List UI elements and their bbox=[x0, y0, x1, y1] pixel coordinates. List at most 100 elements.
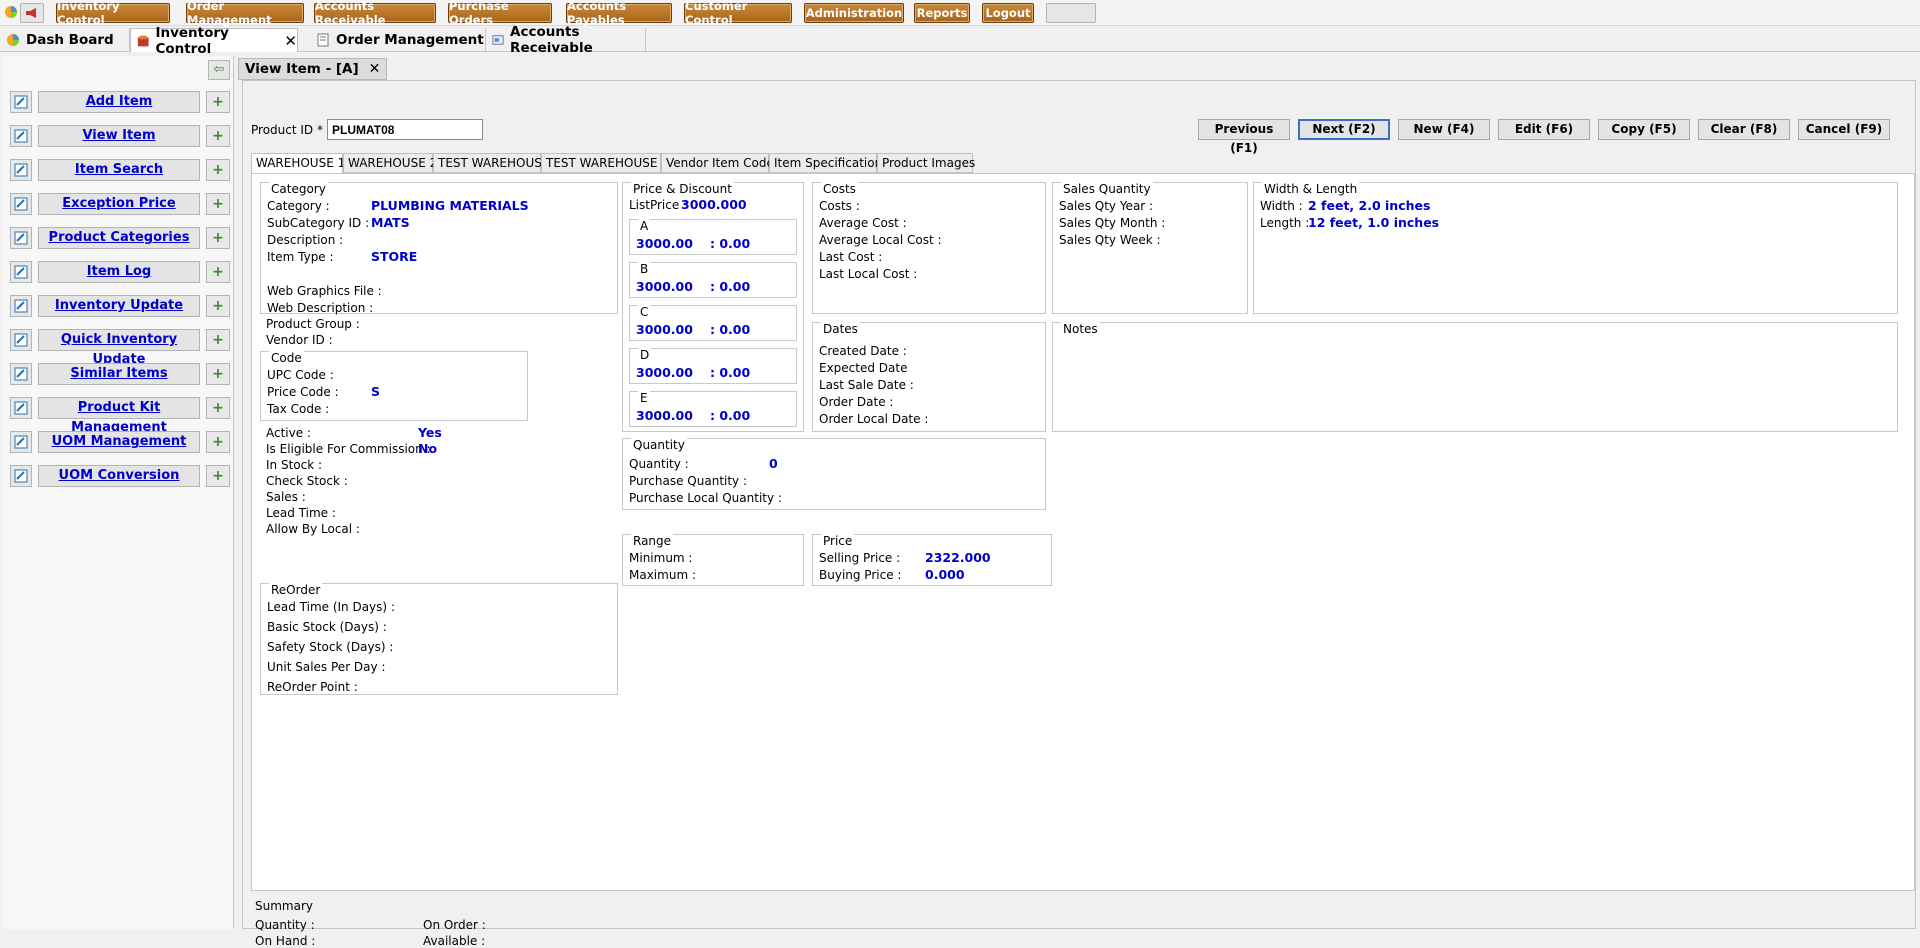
sidebar-item-product-categories[interactable]: Product Categories + bbox=[10, 227, 232, 249]
item-type-value: STORE bbox=[371, 249, 418, 264]
edit-icon[interactable] bbox=[10, 91, 32, 113]
add-icon[interactable]: + bbox=[206, 227, 230, 249]
product-group-label: Product Group : bbox=[266, 317, 360, 331]
menu-accounts-payables[interactable]: Accounts Payables bbox=[566, 0, 672, 27]
clear-button[interactable]: Clear (F8) bbox=[1698, 119, 1790, 140]
menu-logout[interactable]: Logout bbox=[982, 3, 1034, 23]
in-stock-label: In Stock : bbox=[266, 458, 323, 472]
price-tier-price: 3000.00 bbox=[636, 322, 693, 337]
quantity-title: Quantity bbox=[631, 438, 687, 452]
sidebar-item-label[interactable]: Product Kit Management bbox=[38, 397, 200, 435]
tab-dashboard-label: Dash Board bbox=[26, 32, 114, 48]
sidebar-item-quick-inventory-update[interactable]: Quick Inventory Update + bbox=[10, 329, 232, 367]
price-tier-a: A 3000.00: 0.00 bbox=[629, 219, 797, 255]
sidebar-item-label[interactable]: Inventory Update bbox=[38, 295, 200, 317]
tab-test-warehouse-1[interactable]: TEST WAREHOUSE 1 bbox=[541, 153, 669, 173]
sidebar-item-label[interactable]: Similar Items bbox=[38, 363, 200, 385]
add-icon[interactable]: + bbox=[206, 159, 230, 181]
add-icon[interactable]: + bbox=[206, 261, 230, 283]
menu-order-management[interactable]: Order Management bbox=[186, 0, 304, 27]
edit-icon[interactable] bbox=[10, 295, 32, 317]
tab-dashboard[interactable]: Dash Board bbox=[0, 28, 130, 52]
web-description-label: Web Description : bbox=[267, 301, 374, 315]
add-icon[interactable]: + bbox=[206, 329, 230, 351]
sidebar-item-label[interactable]: Item Search bbox=[38, 159, 200, 181]
sidebar-item-label[interactable]: Add Item bbox=[38, 91, 200, 113]
megaphone-button[interactable] bbox=[20, 3, 44, 23]
add-icon[interactable]: + bbox=[206, 363, 230, 385]
sidebar-item-item-search[interactable]: Item Search + bbox=[10, 159, 232, 181]
sidebar-item-uom-management[interactable]: UOM Management + bbox=[10, 431, 232, 453]
edit-icon[interactable] bbox=[10, 261, 32, 283]
add-icon[interactable]: + bbox=[206, 91, 230, 113]
edit-icon[interactable] bbox=[10, 431, 32, 453]
price-tier-name: C bbox=[638, 305, 651, 319]
sidebar-item-label[interactable]: Exception Price bbox=[38, 193, 200, 215]
edit-icon[interactable] bbox=[10, 227, 32, 249]
notes-group[interactable]: Notes bbox=[1052, 322, 1898, 432]
sidebar-item-exception-price[interactable]: Exception Price + bbox=[10, 193, 232, 215]
edit-icon[interactable] bbox=[10, 159, 32, 181]
sidebar-item-uom-conversion[interactable]: UOM Conversion + bbox=[10, 465, 232, 487]
description-label: Description : bbox=[267, 233, 344, 247]
menu-inventory-control[interactable]: Inventory Control bbox=[56, 0, 170, 27]
menu-accounts-receivable[interactable]: Accounts Receivable bbox=[314, 0, 436, 27]
sidebar-item-product-kit-management[interactable]: Product Kit Management + bbox=[10, 397, 232, 435]
add-icon[interactable]: + bbox=[206, 465, 230, 487]
edit-icon[interactable] bbox=[10, 363, 32, 385]
blank-menu-button[interactable] bbox=[1046, 3, 1096, 23]
sidebar-item-add-item[interactable]: Add Item + bbox=[10, 91, 232, 113]
add-icon[interactable]: + bbox=[206, 397, 230, 419]
close-icon[interactable]: ✕ bbox=[284, 32, 297, 50]
tab-accounts-receivable[interactable]: Accounts Receivable bbox=[486, 24, 646, 56]
tab-product-images[interactable]: Product Images bbox=[877, 153, 975, 173]
copy-button[interactable]: Copy (F5) bbox=[1598, 119, 1690, 140]
close-icon[interactable]: ✕ bbox=[369, 61, 381, 77]
collapse-sidebar-button[interactable]: ⇦ bbox=[208, 60, 230, 80]
menu-customer-control[interactable]: Customer Control bbox=[684, 0, 792, 27]
tab-test-warehouse[interactable]: TEST WAREHOUSE bbox=[433, 153, 549, 173]
maximum-label: Maximum : bbox=[629, 568, 696, 582]
tab-inventory-control[interactable]: Inventory Control ✕ bbox=[130, 25, 298, 57]
add-icon[interactable]: + bbox=[206, 431, 230, 453]
sidebar-item-view-item[interactable]: View Item + bbox=[10, 125, 232, 147]
edit-icon[interactable] bbox=[10, 397, 32, 419]
tab-order-management[interactable]: Order Management bbox=[310, 28, 486, 52]
add-icon[interactable]: + bbox=[206, 125, 230, 147]
edit-icon[interactable] bbox=[10, 465, 32, 487]
sidebar-item-inventory-update[interactable]: Inventory Update + bbox=[10, 295, 232, 317]
edit-icon[interactable] bbox=[10, 193, 32, 215]
next-button[interactable]: Next (F2) bbox=[1298, 119, 1390, 140]
add-icon[interactable]: + bbox=[206, 193, 230, 215]
sidebar-item-label[interactable]: UOM Conversion bbox=[38, 465, 200, 487]
cancel-button[interactable]: Cancel (F9) bbox=[1798, 119, 1890, 140]
sidebar-item-label[interactable]: UOM Management bbox=[38, 431, 200, 453]
add-icon[interactable]: + bbox=[206, 295, 230, 317]
menu-administration[interactable]: Administration bbox=[804, 3, 904, 23]
product-id-input[interactable] bbox=[327, 119, 483, 140]
tab-view-item[interactable]: View Item - [A] ✕ bbox=[238, 58, 388, 80]
tax-code-label: Tax Code : bbox=[267, 402, 330, 416]
sidebar-item-label[interactable]: Product Categories bbox=[38, 227, 200, 249]
tab-vendor-item-code[interactable]: Vendor Item Code bbox=[661, 153, 774, 173]
tab-warehouse-1[interactable]: WAREHOUSE 1 bbox=[251, 153, 345, 174]
view-item-panel: Product ID * Previous (F1) Next (F2) New… bbox=[242, 80, 1916, 948]
edit-icon[interactable] bbox=[10, 125, 32, 147]
sidebar-item-label[interactable]: Item Log bbox=[38, 261, 200, 283]
menu-reports[interactable]: Reports bbox=[914, 3, 970, 23]
sidebar-item-item-log[interactable]: Item Log + bbox=[10, 261, 232, 283]
sidebar-item-similar-items[interactable]: Similar Items + bbox=[10, 363, 232, 385]
new-button[interactable]: New (F4) bbox=[1398, 119, 1490, 140]
tab-item-specification[interactable]: Item Specification bbox=[769, 153, 882, 173]
edit-button[interactable]: Edit (F6) bbox=[1498, 119, 1590, 140]
edit-icon[interactable] bbox=[10, 329, 32, 351]
menu-purchase-orders[interactable]: Purchase Orders bbox=[448, 0, 552, 27]
previous-button[interactable]: Previous (F1) bbox=[1198, 119, 1290, 155]
category-title: Category bbox=[269, 182, 328, 196]
sidebar-item-label[interactable]: Quick Inventory Update bbox=[38, 329, 200, 367]
sidebar-item-label[interactable]: View Item bbox=[38, 125, 200, 147]
tab-warehouse-2[interactable]: WAREHOUSE 2 bbox=[343, 153, 437, 173]
category-group: Category Category : PLUMBING MATERIALS S… bbox=[260, 182, 618, 315]
upc-label: UPC Code : bbox=[267, 368, 334, 382]
web-graphics-label: Web Graphics File : bbox=[267, 284, 382, 298]
